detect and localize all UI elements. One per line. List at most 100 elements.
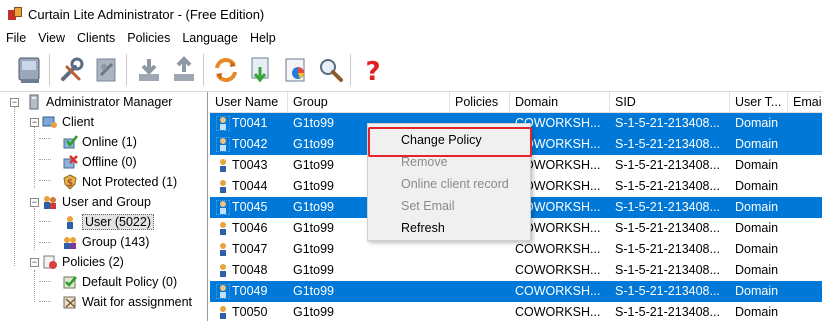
tree-item-online[interactable]: Online (1): [62, 132, 137, 152]
cell-domain: COWORKSH...: [515, 242, 601, 256]
settings-icon[interactable]: [89, 52, 124, 88]
tree-line: [39, 301, 51, 302]
cell-sid: S-1-5-21-213408...: [615, 158, 720, 172]
toolbar-separator: [126, 53, 128, 86]
wait-icon: [62, 294, 78, 310]
menu-language[interactable]: Language: [176, 31, 244, 45]
tools-icon[interactable]: [54, 52, 89, 88]
collapse-toggle[interactable]: −: [10, 98, 19, 107]
cell-user-type: Domain: [735, 305, 779, 319]
tree-line: [34, 126, 35, 188]
cell-policies: [450, 239, 510, 260]
cell-user-type: Domain: [735, 179, 779, 193]
column-policies[interactable]: Policies: [450, 92, 510, 113]
column-sid[interactable]: SID: [610, 92, 730, 113]
table-row[interactable]: T0047 G1to99 COWORKSH... S-1-5-21-213408...…: [210, 239, 822, 260]
toolbar: ?: [0, 48, 822, 92]
policies-icon: [42, 254, 58, 270]
column-group[interactable]: Group: [288, 92, 450, 113]
tree-item-client[interactable]: Client: [42, 112, 94, 132]
menu-item-refresh[interactable]: Refresh: [368, 217, 530, 239]
cell-user-name: T0041: [232, 116, 268, 130]
cell-sid: S-1-5-21-213408...: [615, 116, 720, 130]
collapse-toggle[interactable]: −: [30, 118, 39, 127]
highlight-annotation: [368, 127, 532, 157]
download-icon[interactable]: [131, 52, 166, 88]
cell-policies: [450, 260, 510, 281]
cell-group: G1to99: [293, 263, 335, 277]
shield-icon: $: [62, 174, 78, 190]
cell-sid: S-1-5-21-213408...: [615, 137, 720, 151]
tree-item-default-policy[interactable]: Default Policy (0): [62, 272, 177, 292]
tree-line: [34, 270, 35, 302]
tree-item-policies[interactable]: Policies (2): [42, 252, 124, 272]
refresh-icon[interactable]: [208, 52, 243, 88]
cell-user-name: T0043: [232, 158, 268, 172]
tree-item-administrator-manager[interactable]: Administrator Manager: [26, 92, 172, 112]
tree-label: Administrator Manager: [46, 95, 173, 109]
upload-icon[interactable]: [166, 52, 201, 88]
cell-user-type: Domain: [735, 158, 779, 172]
cell-user-name: T0045: [232, 200, 268, 214]
cell-sid: S-1-5-21-213408...: [615, 200, 720, 214]
column-user-name[interactable]: User Name: [210, 92, 288, 113]
menu-item-online-client-record: Online client record: [401, 177, 509, 191]
tree-line: [14, 106, 15, 266]
menu-item-set-email: Set Email: [401, 199, 455, 213]
computer-icon[interactable]: [12, 52, 47, 88]
tree-item-user[interactable]: User (5022): [62, 212, 154, 232]
cell-user-name: T0049: [232, 284, 268, 298]
tree-item-group[interactable]: Group (143): [62, 232, 149, 252]
group-icon: [62, 234, 78, 250]
policy-icon: [62, 274, 78, 290]
cell-user-type: Domain: [735, 137, 779, 151]
offline-icon: [62, 154, 78, 170]
cell-user-type: Domain: [735, 242, 779, 256]
users-icon: [42, 194, 58, 210]
help-icon[interactable]: ?: [355, 52, 390, 88]
tree-label: Offline (0): [82, 155, 137, 169]
tree-line: [39, 159, 51, 160]
search-icon[interactable]: [313, 52, 348, 88]
document-export-icon[interactable]: [243, 52, 278, 88]
menu-file[interactable]: File: [0, 31, 32, 45]
tree-line: [39, 242, 51, 243]
collapse-toggle[interactable]: −: [30, 198, 39, 207]
report-icon[interactable]: [278, 52, 313, 88]
tree-label: Group (143): [82, 235, 150, 249]
navigation-tree: − Administrator Manager − Client Online …: [0, 92, 208, 321]
menu-clients[interactable]: Clients: [71, 31, 121, 45]
cell-group: G1to99: [293, 242, 335, 256]
column-domain[interactable]: Domain: [510, 92, 610, 113]
cell-sid: S-1-5-21-213408...: [615, 305, 720, 319]
tree-label: Policies (2): [62, 255, 124, 269]
table-row[interactable]: T0048 G1to99 COWORKSH... S-1-5-21-213408...…: [210, 260, 822, 281]
computer-icon: [26, 94, 42, 110]
cell-user-type: Domain: [735, 284, 779, 298]
menu-view[interactable]: View: [32, 31, 71, 45]
cell-user-name: T0044: [232, 179, 268, 193]
cell-domain: COWORKSH...: [515, 263, 601, 277]
cell-user-name: T0047: [232, 242, 268, 256]
cell-group: G1to99: [293, 305, 335, 319]
table-row[interactable]: T0049 G1to99 COWORKSH... S-1-5-21-213408...…: [210, 281, 822, 302]
cell-user-type: Domain: [735, 263, 779, 277]
tree-item-not-protected[interactable]: $ Not Protected (1): [62, 172, 177, 192]
tree-label: Wait for assignment: [82, 295, 192, 309]
table-row[interactable]: T0050 G1to99 COWORKSH... S-1-5-21-213408...…: [210, 302, 822, 321]
menu-policies[interactable]: Policies: [121, 31, 176, 45]
cell-user-type: Domain: [735, 200, 779, 214]
column-email[interactable]: Emai: [788, 92, 822, 113]
tree-line: [39, 138, 51, 139]
collapse-toggle[interactable]: −: [30, 258, 39, 267]
tree-item-user-and-group[interactable]: User and Group: [42, 192, 151, 212]
tree-item-offline[interactable]: Offline (0): [62, 152, 137, 172]
user-icon: [62, 214, 78, 230]
column-user-type[interactable]: User T...: [730, 92, 788, 113]
menu-help[interactable]: Help: [244, 31, 282, 45]
tree-label: Online (1): [82, 135, 137, 149]
cell-user-name: T0048: [232, 263, 268, 277]
tree-item-wait-for-assignment[interactable]: Wait for assignment: [62, 292, 192, 312]
client-icon: [42, 114, 58, 130]
cell-sid: S-1-5-21-213408...: [615, 263, 720, 277]
